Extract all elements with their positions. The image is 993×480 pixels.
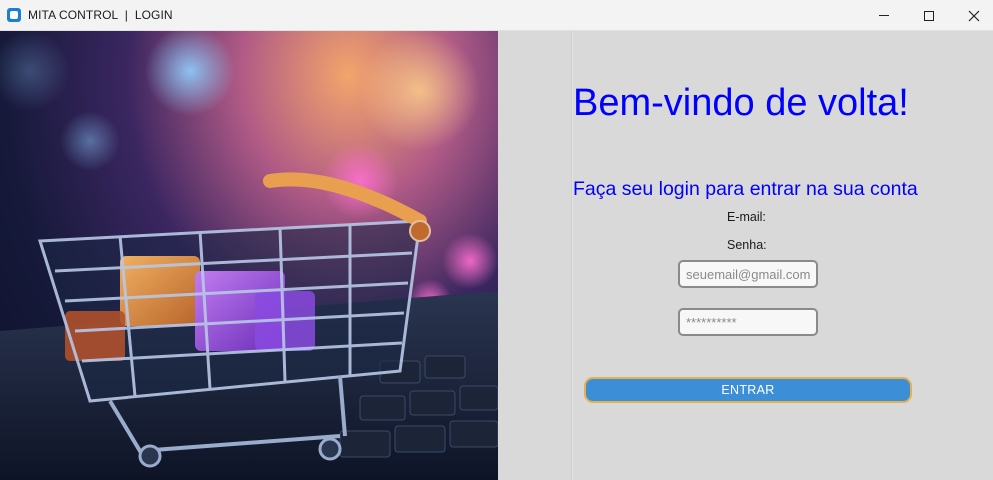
app-icon xyxy=(7,8,21,22)
welcome-heading: Bem-vindo de volta! xyxy=(573,82,909,124)
shopping-cart-illustration xyxy=(0,31,498,480)
window-title: MITA CONTROL | LOGIN xyxy=(28,8,173,22)
email-label: E-mail: xyxy=(727,210,766,224)
login-subheading: Faça seu login para entrar na sua conta xyxy=(573,178,918,200)
password-label: Senha: xyxy=(727,238,767,252)
close-button[interactable] xyxy=(951,0,993,31)
password-field[interactable] xyxy=(678,308,818,336)
title-bar[interactable]: MITA CONTROL | LOGIN xyxy=(0,0,993,31)
minimize-icon xyxy=(879,15,889,16)
login-window: MITA CONTROL | LOGIN Bem-vindo de volta!… xyxy=(0,0,993,480)
maximize-icon xyxy=(924,10,934,21)
email-field[interactable] xyxy=(678,260,818,288)
close-icon xyxy=(968,10,980,21)
minimize-button[interactable] xyxy=(861,0,907,31)
login-button[interactable]: ENTRAR xyxy=(584,377,912,403)
maximize-button[interactable] xyxy=(906,0,952,31)
hero-image xyxy=(0,31,498,480)
